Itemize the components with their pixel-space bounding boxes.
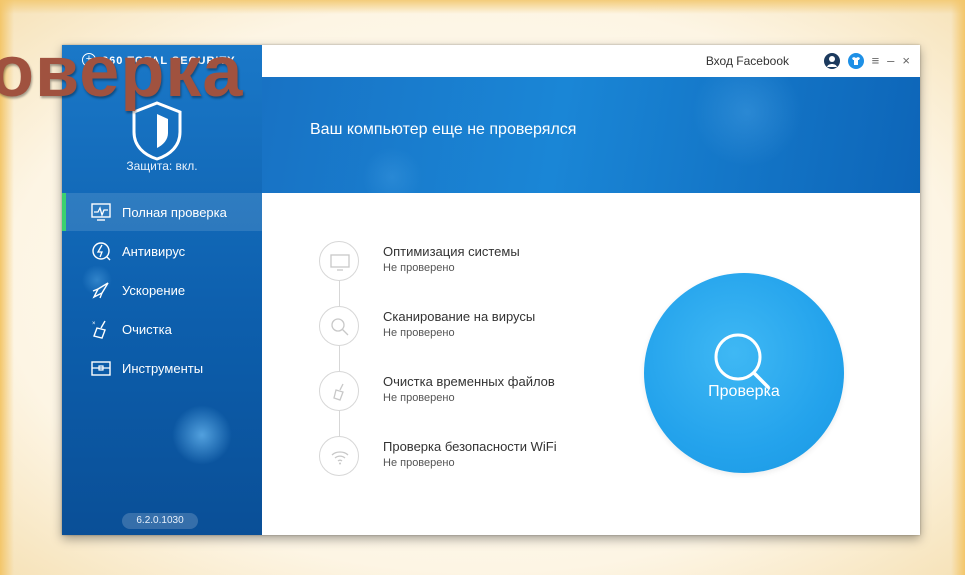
step-title: Оптимизация системы — [383, 244, 520, 259]
sidebar-item-full-scan[interactable]: Полная проверка — [62, 193, 262, 231]
rocket-icon — [92, 282, 109, 299]
sidebar-item-label: Антивирус — [122, 243, 186, 259]
step-title: Проверка безопасности WiFi — [383, 439, 557, 454]
slide-border-top — [0, 0, 965, 14]
window-controls: ≡ – × — [823, 53, 910, 69]
toolbox-icon — [91, 361, 111, 376]
sidebar-item-speedup[interactable]: Ускорение — [62, 271, 262, 309]
close-button[interactable]: × — [902, 53, 910, 69]
sidebar-item-tools[interactable]: Инструменты — [62, 349, 262, 387]
step-title: Очистка временных файлов — [383, 374, 555, 389]
broom-icon: × — [92, 320, 106, 339]
step-status: Не проверено — [383, 457, 455, 469]
sidebar-item-cleanup[interactable]: × Очистка — [62, 310, 262, 348]
menu-button[interactable]: ≡ — [872, 53, 880, 69]
scan-button[interactable]: Проверка — [644, 273, 844, 473]
status-banner: Ваш компьютер еще не проверялся — [262, 77, 920, 193]
step-icon-circle — [319, 241, 359, 281]
broom-icon — [333, 383, 344, 401]
monitor-pulse-icon — [91, 203, 111, 221]
minimize-button[interactable]: – — [887, 53, 894, 69]
step-icon-circle — [319, 306, 359, 346]
shield-bolt-icon — [92, 242, 111, 261]
step-system-optimization: Оптимизация системы Не проверено — [319, 241, 719, 285]
version-badge: 6.2.0.1030 — [122, 513, 198, 529]
step-status: Не проверено — [383, 262, 455, 274]
protection-status: Защита: вкл. — [126, 159, 198, 173]
step-icon-circle — [319, 436, 359, 476]
step-status: Не проверено — [383, 327, 455, 339]
sidebar-item-label: Инструменты — [122, 360, 204, 376]
sidebar: + 360 TOTAL SECURITY Защита: вкл. Полная… — [62, 45, 262, 535]
step-wifi-security: Проверка безопасности WiFi Не проверено — [319, 436, 719, 480]
step-title: Сканирование на вирусы — [383, 309, 536, 324]
status-title: Ваш компьютер еще не проверялся — [310, 121, 577, 138]
main-content: Оптимизация системы Не проверено Сканиро… — [262, 193, 920, 535]
sidebar-item-label: Ускорение — [122, 282, 186, 298]
app-window: + 360 TOTAL SECURITY Защита: вкл. Полная… — [62, 45, 920, 535]
decorative-orb — [692, 77, 802, 167]
sidebar-item-label: Очистка — [122, 321, 172, 337]
step-status: Не проверено — [383, 392, 455, 404]
decorative-orb — [362, 147, 422, 193]
decorative-orb — [172, 405, 232, 465]
monitor-icon — [330, 254, 350, 271]
user-account-icon[interactable] — [823, 53, 840, 69]
slide-title-overlay: оверка — [0, 32, 244, 112]
slide-border-right — [951, 0, 965, 575]
step-icon-circle — [319, 371, 359, 411]
sidebar-nav: Полная проверка Антивирус Ускорение × Оч… — [62, 193, 262, 387]
scan-button-label: Проверка — [708, 383, 780, 400]
svg-text:×: × — [92, 321, 96, 327]
title-bar: Вход Facebook ≡ – × — [262, 45, 920, 77]
facebook-login-link[interactable]: Вход Facebook — [706, 54, 789, 68]
sidebar-item-antivirus[interactable]: Антивирус — [62, 232, 262, 270]
skin-shirt-icon[interactable] — [847, 53, 864, 69]
wifi-icon — [331, 451, 349, 465]
magnifier-icon — [331, 318, 349, 336]
sidebar-item-label: Полная проверка — [122, 204, 227, 220]
